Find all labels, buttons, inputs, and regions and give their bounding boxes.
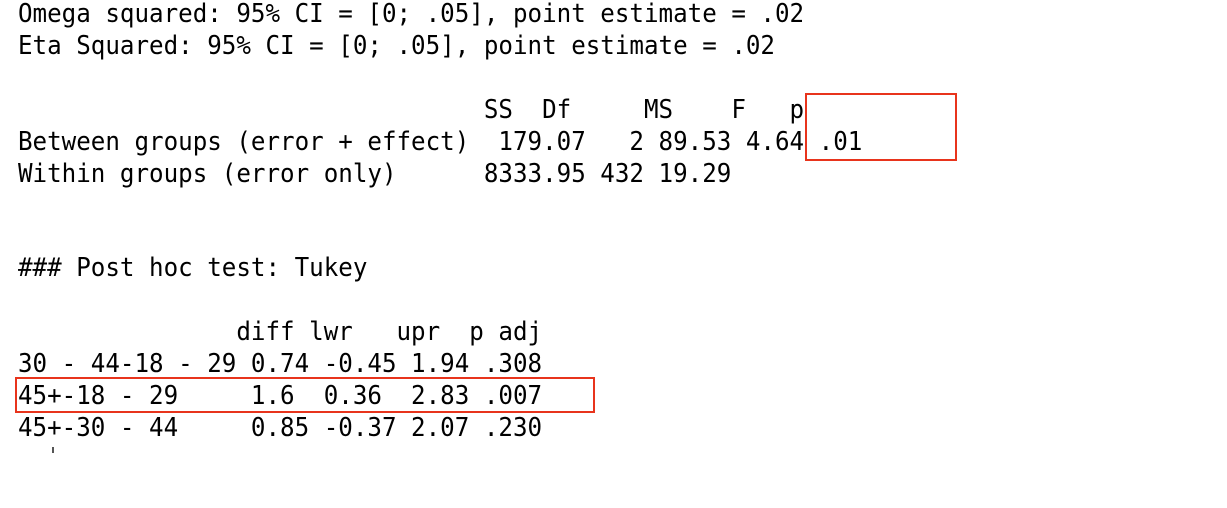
posthoc-row-3: 45+-30 - 44 0.85 -0.37 2.07 .230 [18,413,543,443]
f-p-highlight-box [805,93,957,161]
r-console-output: Omega squared: 95% CI = [0; .05], point … [18,0,1218,508]
anova-header: SS Df MS F p [18,95,805,125]
anova-row-between: Between groups (error + effect) 179.07 2… [18,127,863,157]
omega-squared-line: Omega squared: 95% CI = [0; .05], point … [18,0,805,29]
significant-row-highlight-box [15,377,595,413]
anova-row-within: Within groups (error only) 8333.95 432 1… [18,159,732,189]
posthoc-row-1: 30 - 44-18 - 29 0.74 -0.45 1.94 .308 [18,349,543,379]
posthoc-header: diff lwr upr p adj [18,317,543,347]
cursor-mark [52,447,54,453]
eta-squared-line: Eta Squared: 95% CI = [0; .05], point es… [18,31,776,61]
posthoc-title: ### Post hoc test: Tukey [18,253,368,283]
